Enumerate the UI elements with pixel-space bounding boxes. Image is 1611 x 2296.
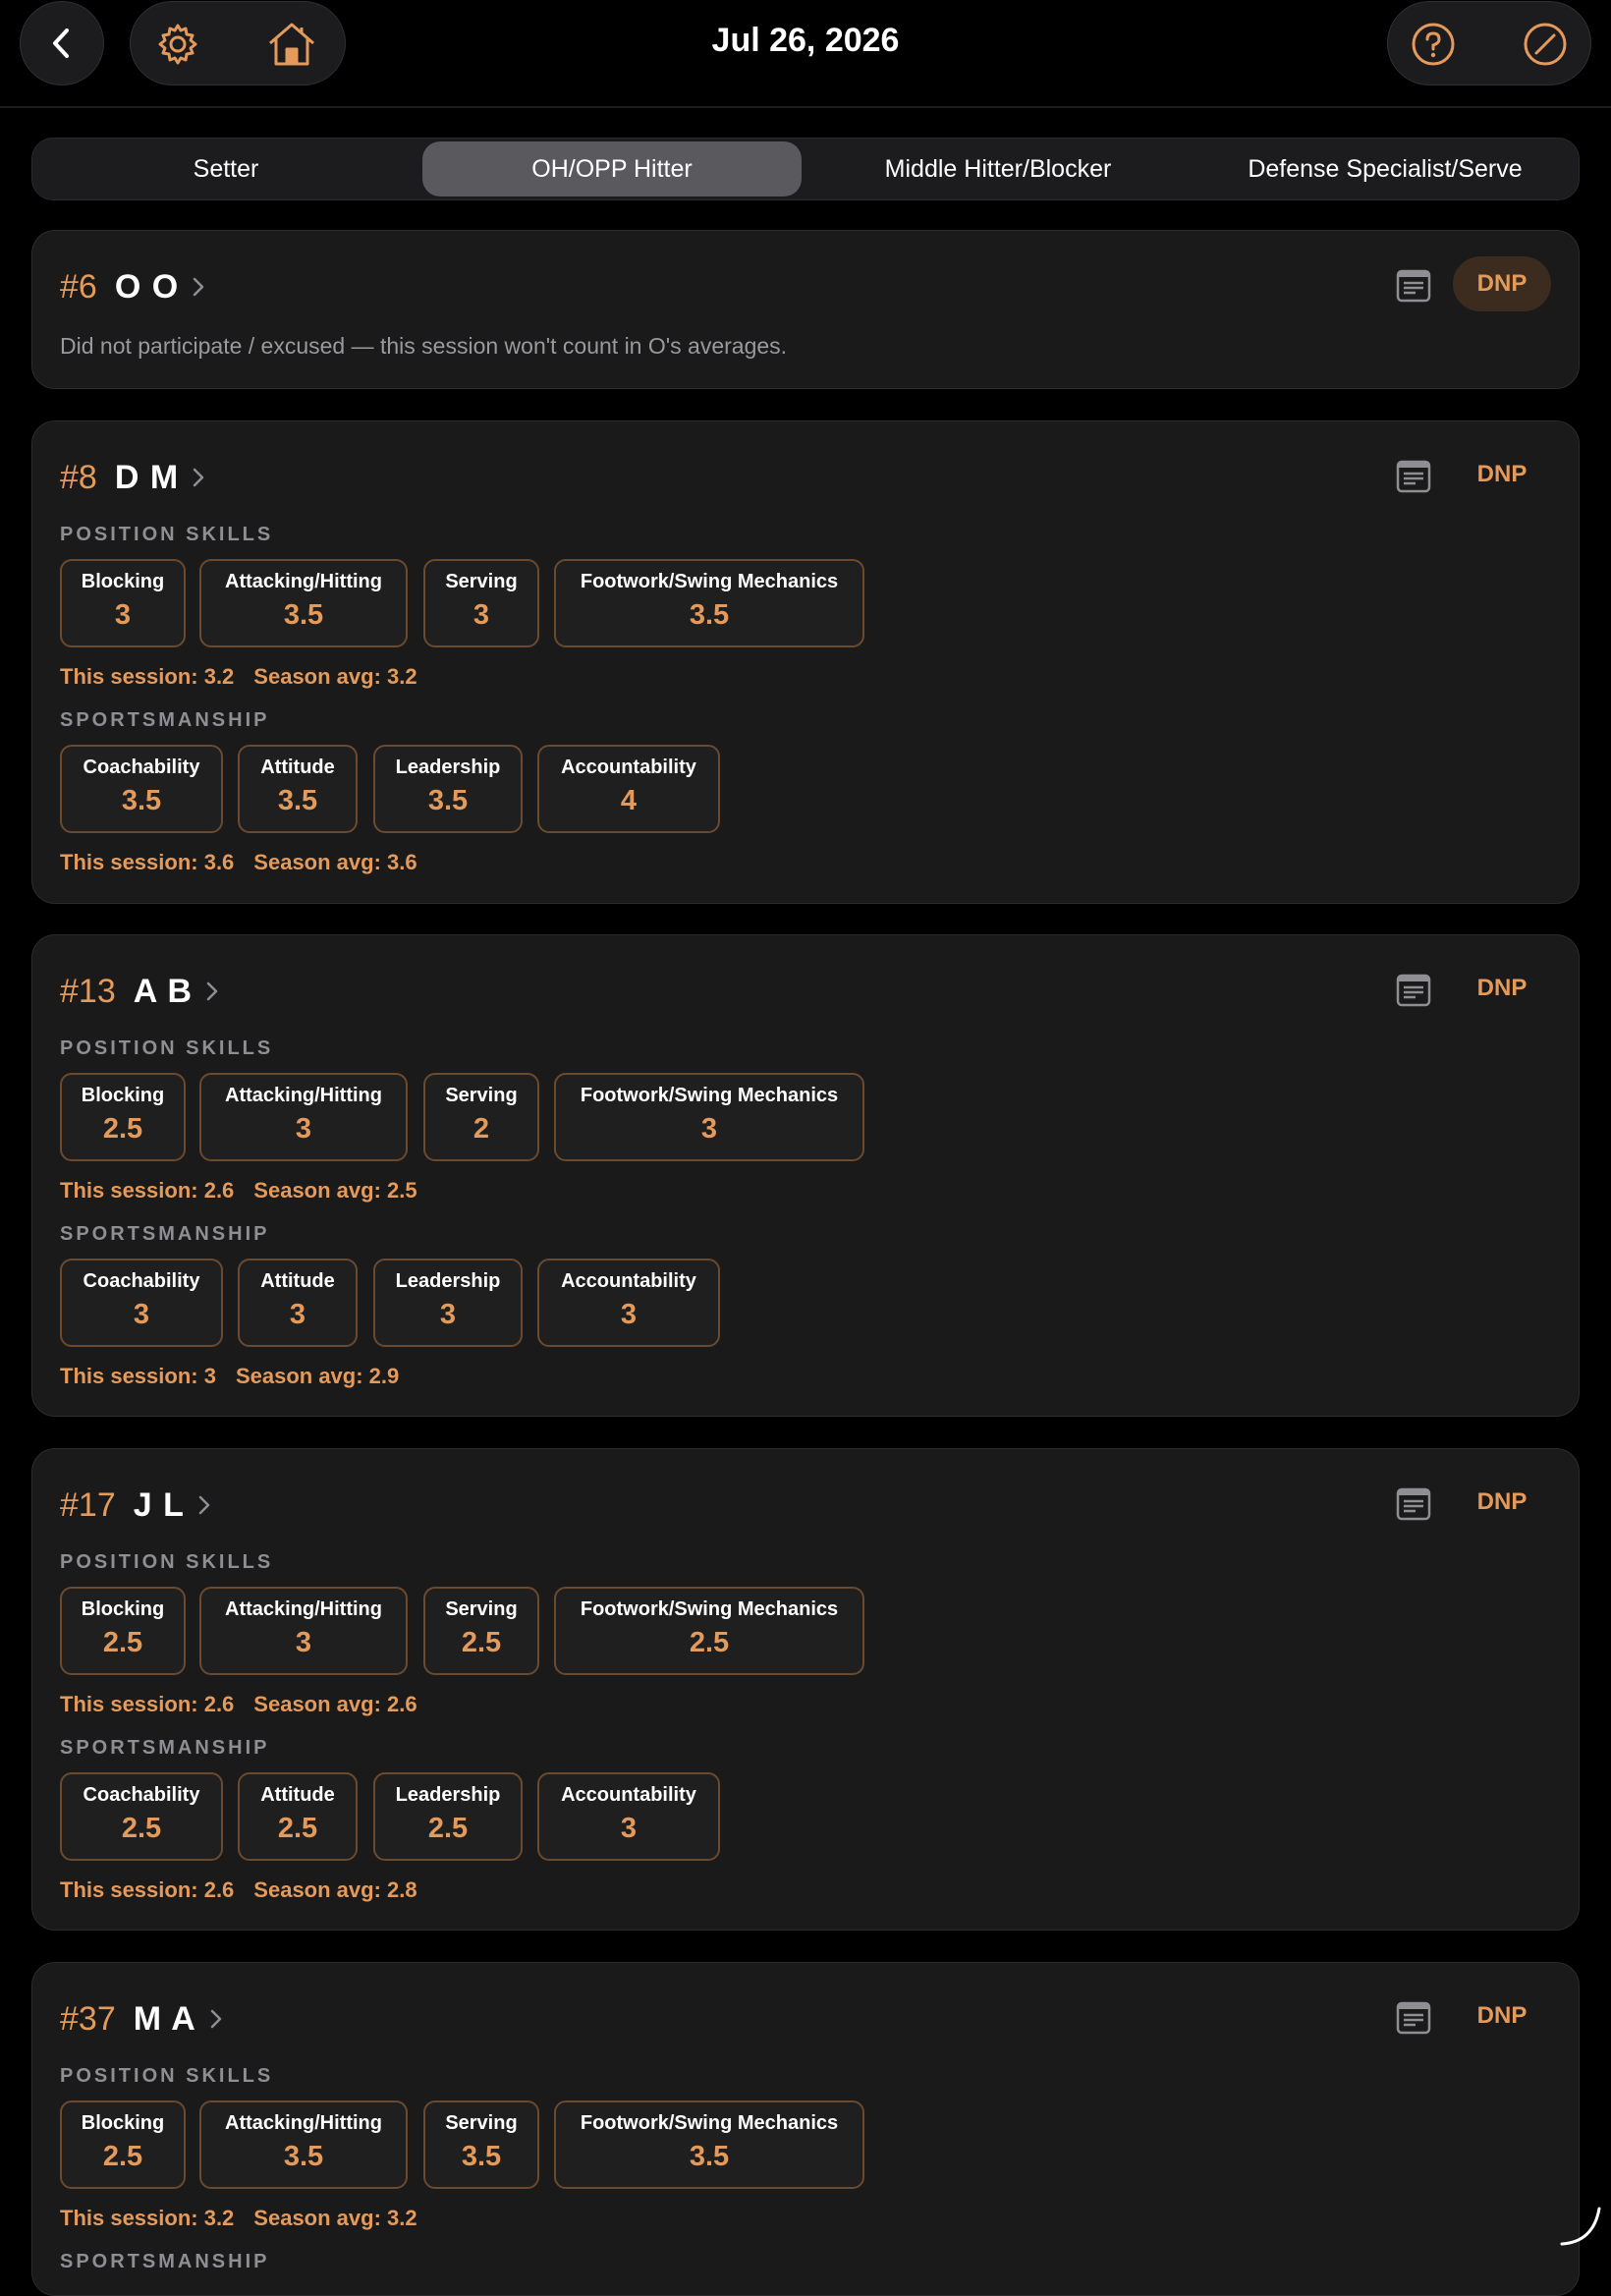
rating-chip[interactable]: Serving 3.5 <box>423 2100 539 2189</box>
player-name: O O <box>114 267 180 306</box>
player-number: #6 <box>60 267 97 306</box>
player-name: M A <box>133 1999 196 2038</box>
section-label: POSITION SKILLS <box>60 1551 274 1573</box>
player-card: #13 A B DNP POSITION SKILLS Blocking 2.5 … <box>31 934 1580 1417</box>
rating-chip[interactable]: Serving 3 <box>423 559 539 647</box>
section-label: SPORTSMANSHIP <box>60 1223 270 1245</box>
rating-chip[interactable]: Blocking 2.5 <box>60 1073 186 1161</box>
player-card: #37 M A DNP POSITION SKILLS Blocking 2.5 … <box>31 1962 1580 2296</box>
dnp-toggle[interactable]: DNP <box>1453 1988 1551 2044</box>
section-label: POSITION SKILLS <box>60 1037 274 1059</box>
rating-chip[interactable]: Accountability 3 <box>537 1259 720 1347</box>
compass-icon <box>1524 23 1567 66</box>
rating-chip[interactable]: Attitude 2.5 <box>238 1772 358 1861</box>
rating-chip[interactable]: Attacking/Hitting 3 <box>199 1073 408 1161</box>
rating-chip[interactable]: Attacking/Hitting 3 <box>199 1587 408 1675</box>
player-number: #37 <box>60 1999 116 2038</box>
dnp-message: Did not participate / excused — this ses… <box>60 333 788 359</box>
player-header[interactable]: #6 O O <box>60 262 206 311</box>
player-number: #13 <box>60 972 116 1010</box>
sportsmanship-summary: This session: 2.6 Season avg: 2.8 <box>60 1877 417 1902</box>
help-button[interactable] <box>1391 2 1475 86</box>
player-name: D M <box>114 458 180 496</box>
rating-chip[interactable]: Coachability 2.5 <box>60 1772 223 1861</box>
dnp-toggle[interactable]: DNP <box>1453 256 1551 311</box>
chevron-right-icon <box>208 2008 224 2030</box>
rating-chip[interactable]: Blocking 2.5 <box>60 2100 186 2189</box>
rating-chip[interactable]: Footwork/Swing Mechanics 3 <box>554 1073 864 1161</box>
rating-chip[interactable]: Leadership 2.5 <box>373 1772 523 1861</box>
player-header[interactable]: #37 M A <box>60 1994 224 2044</box>
note-icon[interactable] <box>1396 459 1431 494</box>
chevron-right-icon <box>196 1494 212 1516</box>
rating-chip[interactable]: Serving 2 <box>423 1073 539 1161</box>
player-name: A B <box>133 972 194 1010</box>
player-card: #17 J L DNP POSITION SKILLS Blocking 2.5 … <box>31 1448 1580 1931</box>
rating-chip[interactable]: Blocking 2.5 <box>60 1587 186 1675</box>
section-label: SPORTSMANSHIP <box>60 2251 270 2272</box>
position-summary: This session: 3.2 Season avg: 3.2 <box>60 2206 417 2230</box>
help-compass-group <box>1387 1 1591 85</box>
section-label: POSITION SKILLS <box>60 2065 274 2087</box>
player-header[interactable]: #8 D M <box>60 453 206 502</box>
rating-chip[interactable]: Blocking 3 <box>60 559 186 647</box>
page-title: Jul 26, 2026 <box>711 22 900 59</box>
rating-chip[interactable]: Attitude 3.5 <box>238 745 358 833</box>
rating-chip[interactable]: Coachability 3 <box>60 1259 223 1347</box>
tab-oh-opp-hitter[interactable]: OH/OPP Hitter <box>422 141 802 196</box>
player-name: J L <box>133 1485 185 1524</box>
position-tabs: Setter OH/OPP Hitter Middle Hitter/Block… <box>31 138 1580 200</box>
dnp-toggle[interactable]: DNP <box>1453 447 1551 502</box>
player-card: #6 O O DNP Did not participate / excused… <box>31 230 1580 389</box>
chevron-right-icon <box>191 276 206 298</box>
dnp-toggle[interactable]: DNP <box>1453 1475 1551 1530</box>
chevron-right-icon <box>191 467 206 488</box>
player-number: #8 <box>60 458 97 496</box>
section-label: SPORTSMANSHIP <box>60 1737 270 1759</box>
chevron-right-icon <box>204 980 220 1002</box>
top-bar: Jul 26, 2026 <box>0 0 1611 108</box>
tab-defense-specialist-serve[interactable]: Defense Specialist/Serve <box>1194 141 1576 196</box>
tab-middle-hitter-blocker[interactable]: Middle Hitter/Blocker <box>807 141 1189 196</box>
help-icon <box>1412 23 1455 66</box>
rating-chip[interactable]: Attacking/Hitting 3.5 <box>199 559 408 647</box>
player-card: #8 D M DNP POSITION SKILLS Blocking 3 Att… <box>31 420 1580 904</box>
player-header[interactable]: #13 A B <box>60 967 220 1016</box>
rating-chip[interactable]: Attacking/Hitting 3.5 <box>199 2100 408 2189</box>
note-icon[interactable] <box>1396 973 1431 1008</box>
scroll-indicator-icon <box>1560 2207 1601 2246</box>
rating-chip[interactable]: Accountability 4 <box>537 745 720 833</box>
rating-chip[interactable]: Footwork/Swing Mechanics 2.5 <box>554 1587 864 1675</box>
note-icon[interactable] <box>1396 1486 1431 1522</box>
rating-chip[interactable]: Accountability 3 <box>537 1772 720 1861</box>
rating-chip[interactable]: Attitude 3 <box>238 1259 358 1347</box>
compass-button[interactable] <box>1503 2 1587 86</box>
position-summary: This session: 2.6 Season avg: 2.5 <box>60 1178 417 1203</box>
rating-chip[interactable]: Footwork/Swing Mechanics 3.5 <box>554 559 864 647</box>
rating-chip[interactable]: Leadership 3.5 <box>373 745 523 833</box>
rating-chip[interactable]: Coachability 3.5 <box>60 745 223 833</box>
sportsmanship-summary: This session: 3 Season avg: 2.9 <box>60 1364 400 1388</box>
dnp-toggle[interactable]: DNP <box>1453 961 1551 1016</box>
rating-chip[interactable]: Footwork/Swing Mechanics 3.5 <box>554 2100 864 2189</box>
section-label: SPORTSMANSHIP <box>60 709 270 731</box>
section-label: POSITION SKILLS <box>60 524 274 545</box>
note-icon[interactable] <box>1396 268 1431 304</box>
tab-setter[interactable]: Setter <box>35 141 417 196</box>
player-number: #17 <box>60 1485 116 1524</box>
position-summary: This session: 3.2 Season avg: 3.2 <box>60 664 417 689</box>
position-summary: This session: 2.6 Season avg: 2.6 <box>60 1692 417 1716</box>
rating-chip[interactable]: Serving 2.5 <box>423 1587 539 1675</box>
sportsmanship-summary: This session: 3.6 Season avg: 3.6 <box>60 850 417 874</box>
note-icon[interactable] <box>1396 2000 1431 2036</box>
rating-chip[interactable]: Leadership 3 <box>373 1259 523 1347</box>
player-header[interactable]: #17 J L <box>60 1481 212 1530</box>
